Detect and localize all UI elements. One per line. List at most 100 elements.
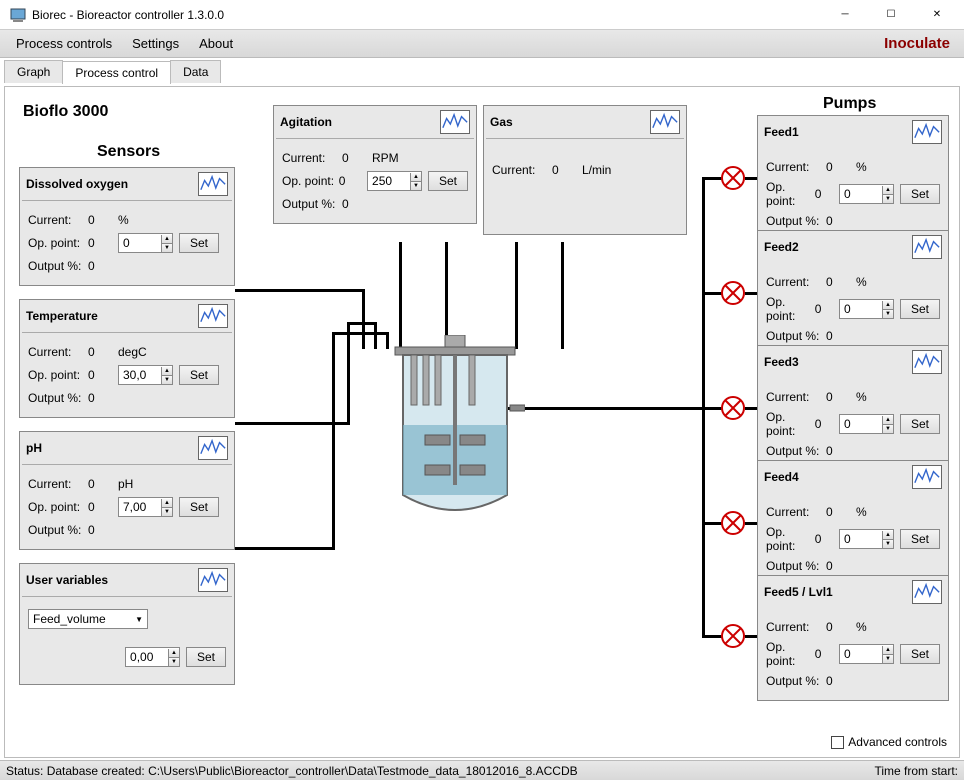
feed1-panel: Feed1 Current:0% Op. point:0▲▼Set Output… — [757, 115, 949, 241]
spin-up-icon[interactable]: ▲ — [169, 649, 179, 658]
time-from-start: Time from start: — [874, 764, 958, 778]
canvas: Bioflo 3000 Sensors Pumps — [4, 86, 960, 758]
ph-set-button[interactable]: Set — [179, 497, 219, 517]
do-op-readout: 0 — [88, 236, 118, 250]
spin-down-icon[interactable]: ▼ — [162, 508, 172, 516]
titlebar: Biorec - Bioreactor controller 1.3.0.0 ─… — [0, 0, 964, 30]
gas-current: 0 — [552, 163, 582, 177]
feed3-valve-icon — [720, 395, 746, 421]
feed3-op-spinner[interactable]: ▲▼ — [839, 414, 894, 434]
feed2-panel: Feed2 Current:0% Op. point:0▲▼Set Output… — [757, 230, 949, 356]
spin-down-icon[interactable]: ▼ — [162, 244, 172, 252]
feed4-valve-icon — [720, 510, 746, 536]
minimize-button[interactable]: ─ — [822, 0, 868, 30]
spin-up-icon[interactable]: ▲ — [411, 173, 421, 182]
menu-process-controls[interactable]: Process controls — [6, 32, 122, 55]
temp-output: 0 — [88, 391, 118, 405]
spin-up-icon[interactable]: ▲ — [162, 499, 172, 508]
temp-set-button[interactable]: Set — [179, 365, 219, 385]
feed5-op-spinner[interactable]: ▲▼ — [839, 644, 894, 664]
feed4-title: Feed4 — [764, 470, 799, 484]
pumps-heading: Pumps — [823, 95, 876, 113]
spin-up-icon[interactable]: ▲ — [162, 367, 172, 376]
gas-panel: Gas Current:0L/min — [483, 105, 687, 235]
ph-op-spinner[interactable]: ▲▼ — [118, 497, 173, 517]
chart-icon[interactable] — [650, 110, 680, 134]
temp-title: Temperature — [26, 309, 98, 323]
chart-icon[interactable] — [912, 465, 942, 489]
spin-down-icon[interactable]: ▼ — [411, 182, 421, 190]
feed4-op-spinner[interactable]: ▲▼ — [839, 529, 894, 549]
app-icon — [10, 7, 26, 23]
close-button[interactable]: ✕ — [914, 0, 960, 30]
feed4-panel: Feed4 Current:0% Op. point:0▲▼Set Output… — [757, 460, 949, 586]
feed2-set-button[interactable]: Set — [900, 299, 940, 319]
gas-title: Gas — [490, 115, 513, 129]
agitation-op-readout: 0 — [339, 174, 367, 188]
feed1-set-button[interactable]: Set — [900, 184, 940, 204]
checkbox-icon — [831, 736, 844, 749]
spin-down-icon[interactable]: ▼ — [169, 658, 179, 666]
chart-icon[interactable] — [912, 120, 942, 144]
feed2-op-spinner[interactable]: ▲▼ — [839, 299, 894, 319]
agitation-title: Agitation — [280, 115, 332, 129]
do-output: 0 — [88, 259, 118, 273]
advanced-controls-checkbox[interactable]: Advanced controls — [831, 735, 947, 749]
feed5-valve-icon — [720, 623, 746, 649]
temp-op-readout: 0 — [88, 368, 118, 382]
chart-icon[interactable] — [198, 172, 228, 196]
do-title: Dissolved oxygen — [26, 177, 128, 191]
ph-output: 0 — [88, 523, 118, 537]
chart-icon[interactable] — [440, 110, 470, 134]
sensors-heading: Sensors — [97, 143, 160, 161]
reactor-diagram — [385, 335, 525, 535]
chart-icon[interactable] — [912, 580, 942, 604]
device-heading: Bioflo 3000 — [23, 103, 108, 121]
chevron-down-icon: ▼ — [135, 615, 143, 624]
dissolved-oxygen-panel: Dissolved oxygen Current:0% Op. point:0 … — [19, 167, 235, 286]
agitation-op-spinner[interactable]: ▲▼ — [367, 171, 422, 191]
agitation-panel: Agitation Current:0RPM Op. point:0 ▲▼ Se… — [273, 105, 477, 224]
window-title: Biorec - Bioreactor controller 1.3.0.0 — [32, 8, 822, 22]
user-variables-panel: User variables Feed_volume ▼ ▲▼ Set — [19, 563, 235, 685]
feed1-title: Feed1 — [764, 125, 799, 139]
user-op-spinner[interactable]: ▲▼ — [125, 647, 180, 667]
tab-graph[interactable]: Graph — [4, 60, 63, 83]
user-title: User variables — [26, 573, 108, 587]
menu-settings[interactable]: Settings — [122, 32, 189, 55]
agitation-current: 0 — [342, 151, 372, 165]
inoculate-button[interactable]: Inoculate — [884, 35, 958, 52]
feed5-panel: Feed5 / Lvl1 Current:0% Op. point:0▲▼Set… — [757, 575, 949, 701]
spin-up-icon[interactable]: ▲ — [162, 235, 172, 244]
feed3-set-button[interactable]: Set — [900, 414, 940, 434]
user-set-button[interactable]: Set — [186, 647, 226, 667]
do-op-spinner[interactable]: ▲▼ — [118, 233, 173, 253]
spin-down-icon[interactable]: ▼ — [162, 376, 172, 384]
chart-icon[interactable] — [912, 235, 942, 259]
ph-op-readout: 0 — [88, 500, 118, 514]
do-set-button[interactable]: Set — [179, 233, 219, 253]
feed2-title: Feed2 — [764, 240, 799, 254]
tab-bar: Graph Process control Data — [4, 60, 964, 83]
chart-icon[interactable] — [198, 436, 228, 460]
feed2-valve-icon — [720, 280, 746, 306]
chart-icon[interactable] — [198, 568, 228, 592]
temp-current: 0 — [88, 345, 118, 359]
agitation-set-button[interactable]: Set — [428, 171, 468, 191]
tab-data[interactable]: Data — [170, 60, 221, 83]
tab-process-control[interactable]: Process control — [62, 61, 171, 84]
statusbar: Status: Database created: C:\Users\Publi… — [0, 760, 964, 780]
feed4-set-button[interactable]: Set — [900, 529, 940, 549]
temp-op-spinner[interactable]: ▲▼ — [118, 365, 173, 385]
user-variable-select[interactable]: Feed_volume ▼ — [28, 609, 148, 629]
feed1-op-spinner[interactable]: ▲▼ — [839, 184, 894, 204]
maximize-button[interactable]: ☐ — [868, 0, 914, 30]
ph-panel: pH Current:0pH Op. point:0 ▲▼ Set Output… — [19, 431, 235, 550]
feed5-set-button[interactable]: Set — [900, 644, 940, 664]
chart-icon[interactable] — [912, 350, 942, 374]
ph-title: pH — [26, 441, 42, 455]
menubar: Process controls Settings About Inoculat… — [0, 30, 964, 58]
feed3-title: Feed3 — [764, 355, 799, 369]
chart-icon[interactable] — [198, 304, 228, 328]
menu-about[interactable]: About — [189, 32, 243, 55]
